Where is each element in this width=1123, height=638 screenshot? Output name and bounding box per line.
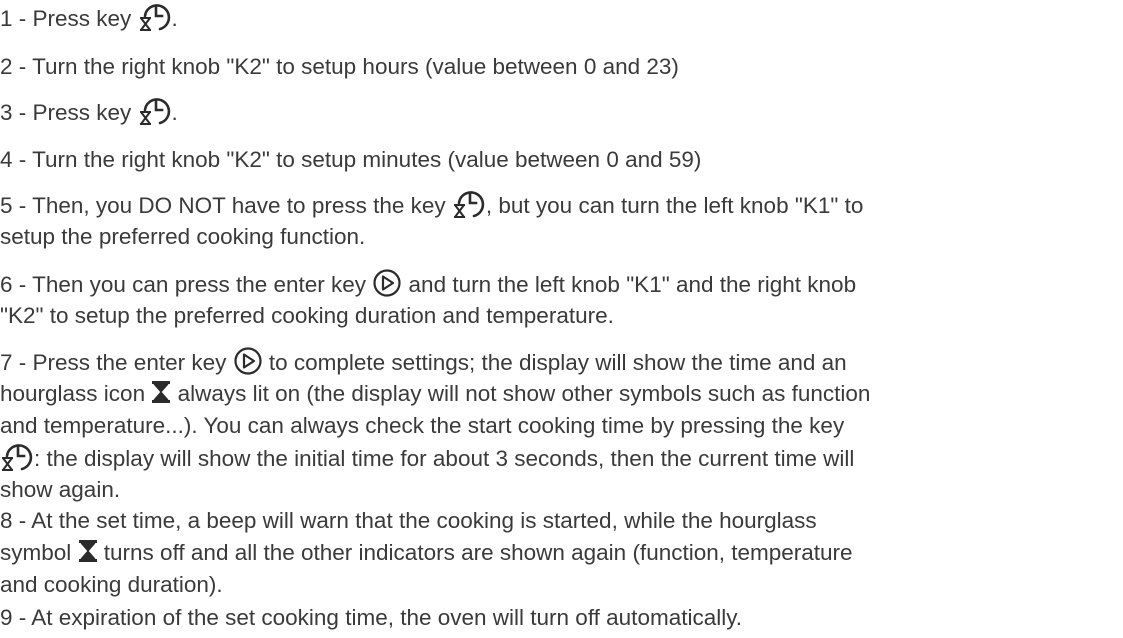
step-3-text: 3 - Press key — [0, 100, 138, 125]
step-8-text-b: symbol — [0, 540, 78, 565]
clock-hourglass-icon — [138, 96, 172, 126]
step-1-text: 1 - Press key — [0, 6, 138, 31]
step-6-line-1: 6 - Then you can press the enter key and… — [0, 268, 1115, 300]
step-5-text-a: 5 - Then, you DO NOT have to press the k… — [0, 193, 452, 218]
clock-hourglass-icon — [138, 2, 172, 32]
hourglass-icon — [151, 380, 171, 404]
step-7-line-3: and temperature...). You can always chec… — [0, 413, 845, 438]
step-8-line-3: and cooking duration). — [0, 572, 223, 597]
step-8-line-1: 8 - At the set time, a beep will warn th… — [0, 508, 817, 533]
step-8-text-c: turns off and all the other indicators a… — [97, 540, 853, 565]
step-5-text-b: , but you can turn the left knob "K1" to — [485, 193, 864, 218]
step-7-line-2: hourglass icon always lit on (the displa… — [0, 378, 1115, 410]
step-7-line-1: 7 - Press the enter key to complete sett… — [0, 346, 1115, 378]
step-4: 4 - Turn the right knob "K2" to setup mi… — [0, 144, 1115, 176]
step-3: 3 - Press key . — [0, 96, 1115, 129]
play-circle-icon — [233, 346, 263, 376]
step-6: 6 - Then you can press the enter key and… — [0, 268, 1115, 332]
step-2-text: 2 - Turn the right knob "K2" to setup ho… — [0, 54, 679, 79]
hourglass-icon — [78, 539, 98, 563]
step-8-line-2: symbol turns off and all the other indic… — [0, 537, 1115, 569]
step-6-text-b: and turn the left knob "K1" and the righ… — [402, 272, 857, 297]
step-9: 9 - At expiration of the set cooking tim… — [0, 602, 1115, 634]
step-7-text-c: hourglass icon — [0, 381, 152, 406]
step-7-line-4: : the display will show the initial time… — [0, 442, 1115, 474]
step-6-line-2: "K2" to setup the preferred cooking dura… — [0, 303, 614, 328]
clock-hourglass-icon — [0, 442, 34, 472]
step-3-end: . — [171, 100, 178, 125]
step-7-text-f: : the display will show the initial time… — [34, 446, 855, 471]
step-2: 2 - Turn the right knob "K2" to setup ho… — [0, 51, 1115, 83]
step-9-text: 9 - At expiration of the set cooking tim… — [0, 605, 743, 630]
play-circle-icon — [372, 268, 402, 298]
step-5-line-1: 5 - Then, you DO NOT have to press the k… — [0, 189, 1115, 221]
step-1: 1 - Press key . — [0, 2, 1115, 35]
instructions-document: 1 - Press key . 2 - Turn the right knob … — [0, 0, 1123, 638]
clock-hourglass-icon — [452, 189, 486, 219]
step-1-end: . — [171, 6, 178, 31]
step-4-text: 4 - Turn the right knob "K2" to setup mi… — [0, 147, 702, 172]
step-7: 7 - Press the enter key to complete sett… — [0, 346, 1115, 506]
step-7-text-a: 7 - Press the enter key — [0, 350, 233, 375]
step-5: 5 - Then, you DO NOT have to press the k… — [0, 189, 1115, 253]
step-7-text-b: to complete settings; the display will s… — [262, 350, 847, 375]
step-6-text-a: 6 - Then you can press the enter key — [0, 272, 373, 297]
step-5-line-2: setup the preferred cooking function. — [0, 224, 366, 249]
step-8: 8 - At the set time, a beep will warn th… — [0, 505, 1115, 601]
step-7-text-d: always lit on (the display will not show… — [171, 381, 871, 406]
step-7-line-5: show again. — [0, 477, 121, 502]
